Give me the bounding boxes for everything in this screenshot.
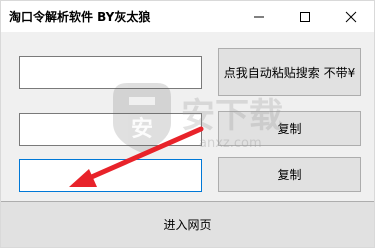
minimize-icon xyxy=(254,16,264,17)
copy-button-1[interactable]: 复制 xyxy=(218,111,361,146)
close-icon xyxy=(345,11,357,22)
auto-paste-search-label: 点我自动粘贴搜索 不带¥ xyxy=(223,65,356,80)
window-title: 淘口令解析软件 BY灰太狼 xyxy=(9,10,151,24)
auto-paste-search-button[interactable]: 点我自动粘贴搜索 不带¥ xyxy=(218,48,361,96)
tkl-input[interactable] xyxy=(19,56,202,89)
maximize-button[interactable] xyxy=(282,1,328,32)
title-bar: 淘口令解析软件 BY灰太狼 xyxy=(1,1,374,32)
app-window: 淘口令解析软件 BY灰太狼 点我自动粘贴搜索 不带¥ 复制 复制 进入网页 安下… xyxy=(0,0,375,248)
copy-button-2[interactable]: 复制 xyxy=(218,157,361,192)
maximize-icon xyxy=(300,11,310,22)
copy-button-2-label: 复制 xyxy=(277,168,302,182)
minimize-button[interactable] xyxy=(236,1,282,32)
close-button[interactable] xyxy=(328,1,374,32)
enter-webpage-label: 进入网页 xyxy=(163,218,212,232)
copy-button-1-label: 复制 xyxy=(277,122,302,136)
enter-webpage-button[interactable]: 进入网页 xyxy=(1,201,374,247)
result-input-2[interactable] xyxy=(19,159,202,192)
result-input-1[interactable] xyxy=(19,113,202,146)
